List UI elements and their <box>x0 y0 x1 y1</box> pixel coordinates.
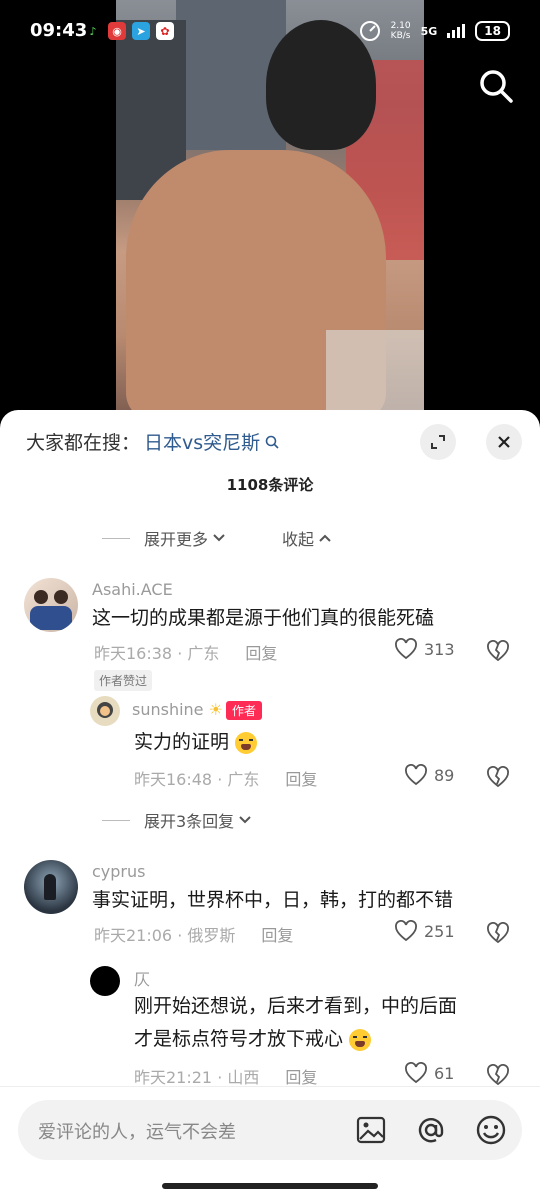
comment-time-location: 昨天21:06 · 俄罗斯 <box>94 926 236 945</box>
reply-username-text: sunshine <box>132 700 204 719</box>
speedometer-icon <box>359 21 380 41</box>
heart-icon <box>405 764 427 786</box>
heart-icon <box>395 638 417 660</box>
close-icon <box>498 436 510 448</box>
reply-meta: 昨天21:21 · 山西 回复 <box>134 1064 317 1088</box>
notification-icons: ♪ ◉ ➤ ✿ <box>84 22 174 40</box>
comment-meta: 昨天16:38 · 广东 回复 <box>94 640 277 664</box>
speed-value: 2.10 <box>390 21 411 31</box>
avatar[interactable] <box>24 578 78 632</box>
close-button[interactable] <box>486 424 522 460</box>
comment-count: 1108条评论 <box>226 476 314 494</box>
music-app-icon: ♪ <box>89 24 97 38</box>
author-liked-badge: 作者赞过 <box>94 670 153 691</box>
divider <box>102 819 130 821</box>
divider <box>102 537 130 539</box>
reply-text-content: 才是标点符号才放下戒心 <box>134 1028 344 1050</box>
search-small-icon <box>265 435 279 449</box>
heart-icon <box>395 920 417 942</box>
at-icon[interactable] <box>414 1113 448 1147</box>
home-indicator[interactable] <box>162 1183 378 1189</box>
reply-button[interactable]: 回复 <box>285 766 317 790</box>
battery-icon: 18 <box>475 21 510 41</box>
network-type: 5G <box>420 24 438 38</box>
comment-time-location: 昨天16:38 · 广东 <box>94 644 220 663</box>
comment-username[interactable]: Asahi.ACE <box>92 580 173 599</box>
hot-search-term[interactable]: 日本vs突尼斯 <box>144 428 260 455</box>
hot-search-row[interactable]: 大家都在搜： 日本vs突尼斯 <box>26 428 280 455</box>
like-button[interactable]: 251 <box>394 920 455 942</box>
reply-username[interactable]: 仄 <box>134 966 150 990</box>
like-button[interactable]: 61 <box>404 1062 454 1084</box>
reply-text-content: 实力的证明 <box>134 731 230 753</box>
expand-more-button[interactable]: 展开更多 <box>144 526 208 550</box>
like-button[interactable]: 89 <box>404 764 454 786</box>
broken-heart-icon[interactable] <box>486 640 510 662</box>
comment-text: 这一切的成果都是源于他们真的很能死磕 <box>92 607 435 629</box>
chevron-down-icon <box>239 816 251 824</box>
crying-emoji-icon <box>349 1028 372 1051</box>
telegram-app-icon: ➤ <box>132 22 150 40</box>
netease-app-icon: ◉ <box>108 22 126 40</box>
reply-button[interactable]: 回复 <box>261 922 293 946</box>
comment-meta: 昨天21:06 · 俄罗斯 回复 <box>94 922 293 946</box>
status-bar: 09:43 ♪ ◉ ➤ ✿ 2.10 KB/s 5G 18 <box>0 0 540 64</box>
reply-time-location: 昨天21:21 · 山西 <box>134 1068 260 1087</box>
crying-emoji-icon <box>235 731 258 754</box>
search-icon[interactable] <box>476 66 516 106</box>
like-count: 251 <box>424 921 455 941</box>
broken-heart-icon[interactable] <box>486 766 510 788</box>
fullscreen-button[interactable] <box>420 424 456 460</box>
reply-text-line: 才是标点符号才放下戒心 <box>134 1023 372 1056</box>
avatar[interactable] <box>24 860 78 914</box>
expand-replies-button[interactable]: 展开3条回复 <box>144 808 234 832</box>
avatar[interactable] <box>90 966 120 996</box>
broken-heart-icon[interactable] <box>486 1064 510 1086</box>
comment-text: 事实证明，世界杯中，日，韩，打的都不错 <box>92 889 454 911</box>
comment-input-placeholder: 爱评论的人，运气不会差 <box>38 1122 236 1143</box>
reply-text: 实力的证明 <box>134 726 258 759</box>
unicom-app-icon: ✿ <box>156 22 174 40</box>
emoji-icon[interactable] <box>474 1113 508 1147</box>
battery-level: 18 <box>484 24 501 38</box>
reply-button[interactable]: 回复 <box>285 1064 317 1088</box>
crowd <box>326 330 424 420</box>
chevron-up-icon <box>319 534 331 542</box>
reply-text-line: 刚开始还想说，后来才看到，中的后面 <box>134 995 458 1017</box>
like-button[interactable]: 313 <box>394 638 455 660</box>
chevron-down-icon <box>213 534 225 542</box>
reply-username[interactable]: sunshine ☀ <box>132 700 223 719</box>
status-right: 2.10 KB/s 5G 18 <box>359 20 510 42</box>
avatar[interactable] <box>90 696 120 726</box>
heart-icon <box>405 1062 427 1084</box>
signal-icon <box>447 24 466 38</box>
comment-sheet: 大家都在搜： 日本vs突尼斯 1108条评论 展开更多 收起 Asahi.ACE… <box>0 410 540 1199</box>
reply-time-location: 昨天16:48 · 广东 <box>134 770 260 789</box>
expand-replies-row[interactable]: 展开3条回复 <box>102 808 252 832</box>
comment-input[interactable]: 爱评论的人，运气不会差 <box>18 1100 522 1160</box>
sun-emoji-icon: ☀ <box>208 700 223 719</box>
fullscreen-icon <box>431 435 445 449</box>
like-count: 313 <box>424 639 455 659</box>
image-icon[interactable] <box>354 1113 388 1147</box>
author-tag: 作者 <box>226 701 263 720</box>
broken-heart-icon[interactable] <box>486 922 510 944</box>
status-time: 09:43 <box>30 20 88 41</box>
like-count: 61 <box>434 1063 455 1083</box>
collapse-button[interactable]: 收起 <box>282 526 314 550</box>
reply-meta: 昨天16:48 · 广东 回复 <box>134 766 317 790</box>
expand-collapse-row: 展开更多 收起 <box>102 526 332 550</box>
like-count: 89 <box>434 765 455 785</box>
speed-unit: KB/s <box>390 31 411 41</box>
network-speed: 2.10 KB/s <box>391 21 411 41</box>
reply-button[interactable]: 回复 <box>245 640 277 664</box>
hot-search-prefix: 大家都在搜： <box>26 432 141 454</box>
comment-username[interactable]: cyprus <box>92 862 145 881</box>
